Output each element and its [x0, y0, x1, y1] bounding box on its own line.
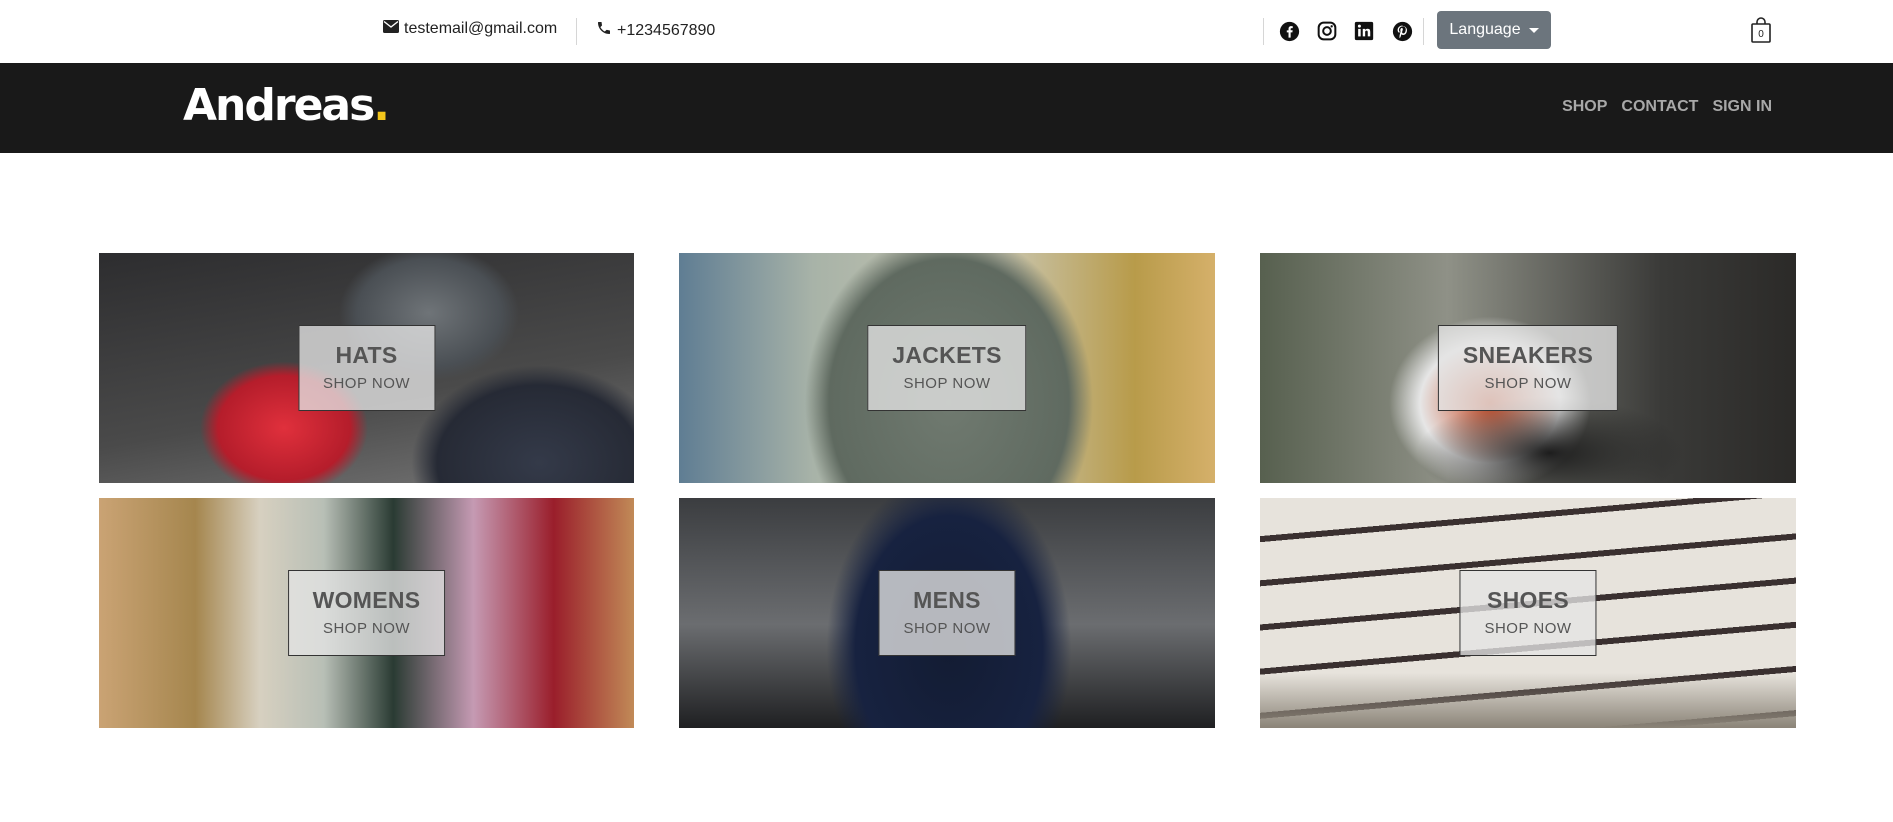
category-title: SHOES [1486, 587, 1570, 613]
category-title: HATS [335, 342, 398, 368]
envelope-icon [383, 20, 404, 38]
pinterest-icon[interactable] [1390, 19, 1414, 43]
language-dropdown-button[interactable]: Language [1437, 11, 1551, 49]
top-contact-bar: testemail@gmail.com +1234567890 Language… [0, 0, 1893, 63]
category-tile-mens[interactable]: MENS SHOP NOW [679, 498, 1215, 728]
category-label[interactable]: JACKETS SHOP NOW [867, 325, 1027, 411]
divider [1263, 18, 1264, 45]
nav-link-sign-in[interactable]: SIGN IN [1712, 98, 1772, 116]
main-navbar: Andreas. SHOP CONTACT SIGN IN [0, 63, 1893, 153]
category-tile-jackets[interactable]: JACKETS SHOP NOW [679, 253, 1215, 483]
divider [576, 18, 577, 45]
shop-now-link[interactable]: SHOP NOW [1463, 375, 1593, 392]
cart-count: 0 [1758, 29, 1764, 40]
cart-button[interactable]: 0 [1750, 17, 1772, 44]
nav-links: SHOP CONTACT SIGN IN [1562, 98, 1772, 116]
shop-now-link[interactable]: SHOP NOW [313, 620, 421, 637]
nav-link-contact[interactable]: CONTACT [1621, 98, 1698, 116]
facebook-icon[interactable] [1277, 19, 1301, 43]
category-title: SNEAKERS [1462, 342, 1594, 368]
logo-text: Andreas [183, 80, 375, 131]
shop-now-link[interactable]: SHOP NOW [892, 375, 1001, 392]
category-label[interactable]: MENS SHOP NOW [878, 570, 1016, 656]
category-tile-womens[interactable]: WOMENS SHOP NOW [99, 498, 634, 728]
language-label: Language [1449, 21, 1521, 38]
category-title: WOMENS [312, 587, 421, 613]
category-grid: HATS SHOP NOW JACKETS SHOP NOW SNEAKERS … [99, 253, 1796, 728]
logo-dot: . [373, 80, 390, 131]
shop-now-link[interactable]: SHOP NOW [1484, 620, 1571, 637]
brand-logo[interactable]: Andreas. [183, 80, 390, 133]
category-title: JACKETS [892, 342, 1002, 368]
category-title: MENS [913, 587, 981, 613]
divider [1423, 18, 1424, 45]
category-tile-shoes[interactable]: SHOES SHOP NOW [1260, 498, 1796, 728]
email-contact[interactable]: testemail@gmail.com [383, 20, 557, 38]
category-label[interactable]: SHOES SHOP NOW [1459, 570, 1597, 656]
phone-text: +1234567890 [617, 21, 716, 39]
category-tile-sneakers[interactable]: SNEAKERS SHOP NOW [1260, 253, 1796, 483]
category-label[interactable]: WOMENS SHOP NOW [287, 570, 446, 656]
category-label[interactable]: HATS SHOP NOW [297, 325, 436, 411]
shop-now-link[interactable]: SHOP NOW [903, 620, 990, 637]
phone-contact[interactable]: +1234567890 [596, 20, 715, 41]
email-text: testemail@gmail.com [404, 20, 558, 37]
phone-icon [596, 20, 617, 41]
instagram-icon[interactable] [1315, 19, 1339, 43]
category-tile-hats[interactable]: HATS SHOP NOW [99, 253, 634, 483]
nav-link-shop[interactable]: SHOP [1562, 98, 1607, 116]
caret-down-icon [1528, 27, 1539, 33]
category-label[interactable]: SNEAKERS SHOP NOW [1437, 325, 1619, 411]
linkedin-icon[interactable] [1352, 19, 1376, 43]
shop-now-link[interactable]: SHOP NOW [323, 375, 410, 392]
